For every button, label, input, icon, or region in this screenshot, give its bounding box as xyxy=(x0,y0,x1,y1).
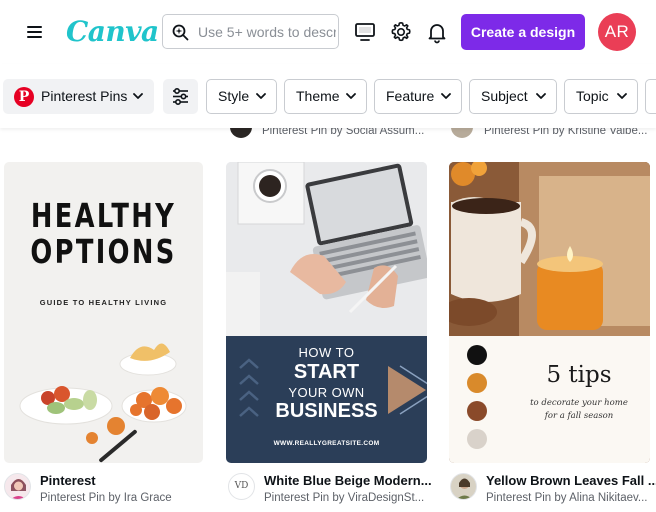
headline-business: BUSINESS xyxy=(275,400,378,422)
template-meta: VD White Blue Beige Modern... Pinterest … xyxy=(228,469,433,509)
card-title[interactable]: Yellow Brown Leaves Fall ... xyxy=(486,473,656,488)
search-box[interactable] xyxy=(162,14,339,49)
creator-avatar-image xyxy=(11,479,26,499)
canva-logo[interactable]: Canva xyxy=(66,12,159,52)
card-subtitle: Pinterest Pin by Alina Nikitaev... xyxy=(486,492,648,504)
creator-avatar-monogram: VD xyxy=(234,481,249,491)
filter-more[interactable] xyxy=(645,79,656,114)
filter-theme[interactable]: Theme xyxy=(284,79,367,114)
filter-label: Topic xyxy=(576,88,609,104)
laptop-photo xyxy=(226,162,427,336)
filter-style[interactable]: Style xyxy=(206,79,277,114)
chevron-down-icon xyxy=(536,93,546,99)
menu-icon[interactable] xyxy=(27,24,43,38)
filter-label: Feature xyxy=(386,88,435,104)
navy-banner: HOW TO START YOUR OWN BUSINESS WWW.REALL… xyxy=(226,336,427,463)
chevron-down-icon xyxy=(441,93,451,99)
bell-icon[interactable] xyxy=(425,20,449,44)
color-swatch xyxy=(467,345,487,365)
creator-avatar-image xyxy=(456,478,473,499)
color-swatch xyxy=(467,373,487,393)
chevron-down-icon xyxy=(256,93,266,99)
chevron-down-icon xyxy=(133,93,143,99)
template-meta: Yellow Brown Leaves Fall ... Pinterest P… xyxy=(450,469,656,509)
creator-avatar[interactable] xyxy=(450,473,477,500)
monitor-icon[interactable] xyxy=(353,20,377,44)
headline-how-to: HOW TO xyxy=(298,345,355,360)
platform-filter-label: Pinterest Pins xyxy=(41,88,128,104)
filter-feature[interactable]: Feature xyxy=(374,79,462,114)
filter-subject[interactable]: Subject xyxy=(469,79,557,114)
coffee-candle-photo xyxy=(449,162,650,342)
search-input[interactable] xyxy=(198,22,336,42)
card-title[interactable]: White Blue Beige Modern... xyxy=(264,473,432,488)
card-subtitle: Pinterest Pin by Ira Grace xyxy=(40,492,172,504)
filter-topic[interactable]: Topic xyxy=(564,79,638,114)
template-meta: Pinterest Pinterest Pin by Ira Grace xyxy=(4,469,209,509)
filters-toggle-button[interactable] xyxy=(163,79,198,114)
template-subheadline: for a fall season xyxy=(544,411,614,421)
pinterest-logo-icon: P xyxy=(14,87,34,107)
creator-avatar[interactable] xyxy=(4,473,31,500)
template-headline: OPTIONS xyxy=(30,232,177,271)
creator-avatar[interactable] xyxy=(451,128,473,138)
top-bar: Canva Create a design AR xyxy=(0,0,656,64)
chevron-down-icon xyxy=(346,93,356,99)
filter-bar: P Pinterest Pins Style Theme Feature Sub… xyxy=(0,64,656,128)
card-subtitle: Pinterest Pin by Social Assum... xyxy=(262,128,425,137)
headline-your-own: YOUR OWN xyxy=(288,385,365,400)
gear-icon[interactable] xyxy=(389,20,413,44)
filter-label: Theme xyxy=(296,88,340,104)
search-sparkle-icon xyxy=(172,24,189,41)
filter-label: Style xyxy=(218,88,250,104)
creator-avatar[interactable]: VD xyxy=(228,473,255,500)
color-swatch xyxy=(467,401,487,421)
template-url: WWW.REALLYGREATSITE.COM xyxy=(273,440,380,447)
card-title[interactable]: Pinterest xyxy=(40,473,96,488)
color-swatch xyxy=(467,429,487,449)
platform-filter-pinterest-pins[interactable]: P Pinterest Pins xyxy=(3,79,154,114)
template-card-5-tips[interactable]: 5 tips to decorate your home for a fall … xyxy=(449,162,650,463)
template-card-start-business[interactable]: HOW TO START YOUR OWN BUSINESS WWW.REALL… xyxy=(226,162,427,463)
template-subheadline: to decorate your home xyxy=(530,398,628,408)
template-card-healthy-options[interactable]: HEALTHY OPTIONS GUIDE TO HEALTHY LIVING xyxy=(4,162,203,463)
headline-start: START xyxy=(293,361,360,383)
filter-label: Subject xyxy=(481,88,528,104)
template-headline: HEALTHY xyxy=(30,196,177,235)
card-subtitle: Pinterest Pin by ViraDesignSt... xyxy=(264,492,425,504)
card-subtitle: Pinterest Pin by Kristine Valbe... xyxy=(484,128,648,137)
previous-row: Pinterest Pin by Social Assum... Pintere… xyxy=(0,128,656,140)
sliders-icon xyxy=(173,87,188,106)
template-grid: Pinterest Pin by Social Assum... Pintere… xyxy=(0,128,656,512)
template-headline: 5 tips xyxy=(546,362,612,388)
fruit-photo xyxy=(19,343,187,463)
chevron-down-icon xyxy=(617,93,627,99)
user-avatar[interactable]: AR xyxy=(598,13,636,51)
creator-avatar[interactable] xyxy=(230,128,252,138)
create-design-button[interactable]: Create a design xyxy=(461,14,585,50)
